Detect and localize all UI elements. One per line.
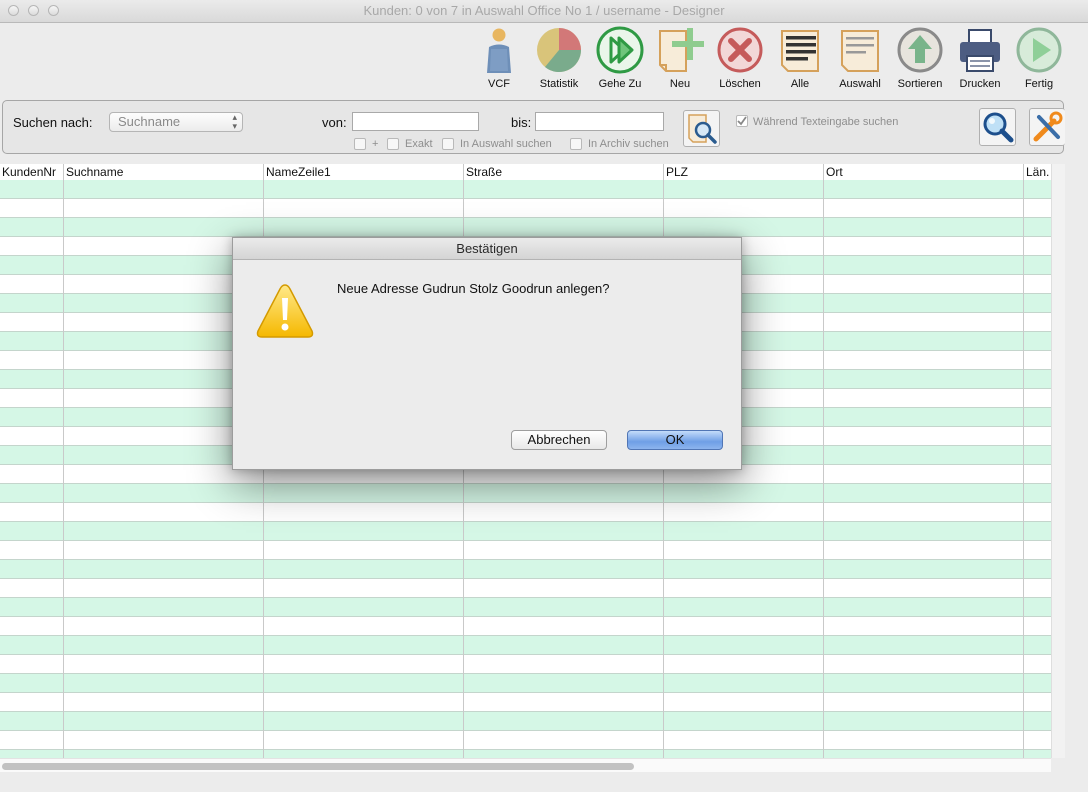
von-label: von: [322, 115, 347, 130]
all-documents-icon [781, 30, 819, 72]
neu-button[interactable]: Neu [650, 25, 710, 95]
search-field-select[interactable]: Suchname ▴ ▾ [109, 112, 243, 132]
in-archiv-checkbox[interactable] [570, 138, 582, 150]
confirm-dialog: Bestätigen Neue Adresse Gudrun Stolz Goo… [232, 237, 742, 470]
bis-label: bis: [511, 115, 532, 130]
search-document-button[interactable] [683, 110, 720, 147]
go-to-icon [596, 26, 644, 74]
table-header: KundenNr Suchname NameZeile1 Straße PLZ … [0, 164, 1051, 181]
column-header-land[interactable]: Län. [1024, 164, 1051, 180]
dialog-title: Bestätigen [233, 238, 741, 260]
fertig-button[interactable]: Fertig [1009, 25, 1069, 95]
delete-icon [717, 27, 763, 73]
loeschen-button[interactable]: Löschen [710, 25, 770, 95]
magnifier-icon [983, 112, 1014, 143]
person-icon [487, 28, 511, 73]
live-search-checkbox[interactable] [736, 115, 748, 127]
sortieren-button[interactable]: Sortieren [890, 25, 950, 95]
ok-button[interactable]: OK [627, 430, 723, 450]
search-field-value: Suchname [118, 114, 181, 129]
gehe-zu-label: Gehe Zu [598, 78, 642, 90]
in-archiv-label: In Archiv suchen [588, 138, 669, 150]
new-document-icon [659, 28, 704, 72]
window-edge [1065, 164, 1088, 772]
plus-checkbox[interactable] [354, 138, 366, 150]
column-header-ort[interactable]: Ort [824, 164, 1024, 180]
plus-label: + [372, 138, 379, 150]
selection-document-icon [841, 30, 879, 72]
warning-icon [256, 284, 314, 338]
close-window-button[interactable] [8, 5, 19, 16]
tools-icon [1033, 111, 1063, 142]
gehe-zu-button[interactable]: Gehe Zu [590, 25, 650, 95]
in-auswahl-label: In Auswahl suchen [460, 138, 552, 150]
horizontal-scroll-thumb[interactable] [2, 763, 634, 770]
play-icon [1016, 27, 1062, 73]
toolbar: VCF Statistik Gehe Zu Neu Löschen Alle A… [0, 23, 1088, 97]
loeschen-label: Löschen [719, 78, 761, 90]
column-header-plz[interactable]: PLZ [664, 164, 824, 180]
drucken-button[interactable]: Drucken [950, 25, 1010, 95]
column-divider [823, 180, 824, 758]
in-auswahl-checkbox[interactable] [442, 138, 454, 150]
bis-input[interactable] [535, 112, 664, 131]
auswahl-button[interactable]: Auswahl [830, 25, 890, 95]
dialog-message: Neue Adresse Gudrun Stolz Goodrun anlege… [337, 281, 610, 296]
vcf-label: VCF [488, 78, 510, 90]
column-header-kundennr[interactable]: KundenNr [0, 164, 64, 180]
printer-icon [960, 29, 1000, 72]
auswahl-label: Auswahl [839, 78, 881, 90]
horizontal-scrollbar[interactable] [0, 758, 1051, 772]
sortieren-label: Sortieren [897, 78, 943, 90]
cancel-button[interactable]: Abbrechen [511, 430, 607, 450]
alle-button[interactable]: Alle [770, 25, 830, 95]
statistik-label: Statistik [539, 78, 579, 90]
statistik-button[interactable]: Statistik [529, 25, 589, 95]
vertical-scrollbar[interactable] [1051, 164, 1065, 758]
document-search-icon [688, 114, 717, 144]
vcf-button[interactable]: VCF [469, 25, 529, 95]
search-panel: Suchen nach: Suchname ▴ ▾ von: bis: + Exa… [2, 100, 1065, 154]
column-header-suchname[interactable]: Suchname [64, 164, 264, 180]
column-divider [1023, 180, 1024, 758]
search-button[interactable] [979, 108, 1016, 146]
alle-label: Alle [790, 78, 810, 90]
sort-up-icon [897, 27, 943, 73]
search-by-label: Suchen nach: [13, 115, 93, 130]
pie-chart-icon [537, 28, 581, 73]
tools-button[interactable] [1029, 108, 1065, 146]
exakt-checkbox[interactable] [387, 138, 399, 150]
column-header-namezeile1[interactable]: NameZeile1 [264, 164, 464, 180]
zoom-window-button[interactable] [48, 5, 59, 16]
fertig-label: Fertig [1024, 78, 1054, 90]
vertical-scroll-thumb[interactable] [1054, 184, 1062, 736]
checkmark-icon [737, 116, 747, 126]
von-input[interactable] [352, 112, 479, 131]
minimize-window-button[interactable] [28, 5, 39, 16]
column-header-strasse[interactable]: Straße [464, 164, 664, 180]
exakt-label: Exakt [405, 138, 433, 150]
live-search-label: Während Texteingabe suchen [753, 116, 899, 128]
updown-arrows-icon: ▴ ▾ [232, 112, 237, 131]
window-title-bar: Kunden: 0 von 7 in Auswahl Office No 1 /… [0, 0, 1088, 23]
drucken-label: Drucken [959, 78, 1001, 90]
column-divider [63, 180, 64, 758]
neu-label: Neu [669, 78, 691, 90]
window-title: Kunden: 0 von 7 in Auswahl Office No 1 /… [363, 3, 725, 18]
